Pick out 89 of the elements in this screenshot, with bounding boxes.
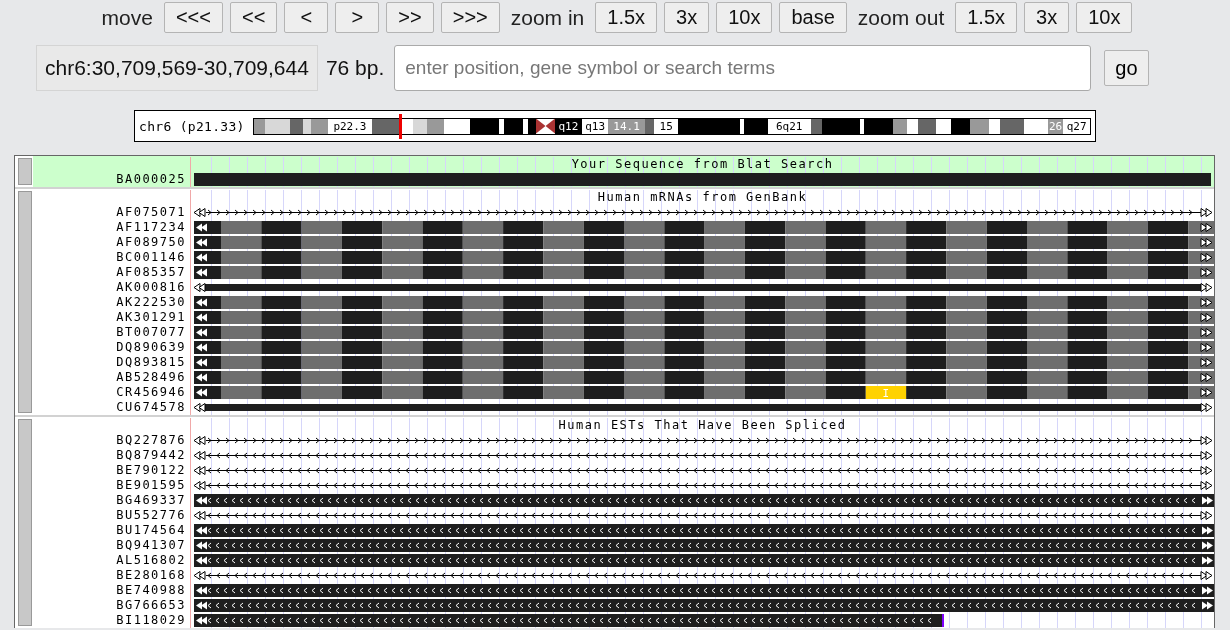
item-label[interactable]: AF117234	[33, 220, 190, 235]
alignment-drawing[interactable]	[193, 208, 1213, 217]
item-label[interactable]: AK000816	[33, 280, 190, 295]
alignment-drawing[interactable]	[194, 494, 1214, 507]
track-toggle-button[interactable]	[18, 419, 32, 626]
zoom-in-label: zoom in	[510, 5, 585, 30]
position-marker	[398, 113, 402, 139]
move-button[interactable]: >>>	[440, 2, 500, 33]
alignment-drawing[interactable]	[194, 614, 944, 627]
item-label[interactable]: BE740988	[33, 583, 190, 598]
item-label[interactable]: AL516802	[33, 553, 190, 568]
track-title: Human ESTs That Have Been Spliced	[558, 418, 847, 433]
item-label[interactable]: BI118029	[33, 613, 190, 628]
item-label[interactable]: BQ879442	[33, 448, 190, 463]
item-label[interactable]: AF085357	[33, 265, 190, 280]
item-label[interactable]: BE280168	[33, 568, 190, 583]
alignment-drawing[interactable]	[194, 386, 1214, 399]
size-text: 76 bp.	[325, 56, 385, 80]
chromosome-band[interactable]	[371, 118, 399, 134]
item-label[interactable]: AF089750	[33, 235, 190, 250]
centromere-band	[545, 118, 556, 134]
chromosome-band[interactable]	[253, 118, 266, 134]
item-label[interactable]: AB528496	[33, 370, 190, 385]
chromosome-band[interactable]	[303, 118, 311, 134]
search-field[interactable]: enter position, gene symbol or search terms	[394, 45, 1092, 91]
item-label[interactable]: AK222530	[33, 295, 190, 310]
alignment-drawing[interactable]	[194, 524, 1214, 537]
item-label[interactable]: BQ227876	[33, 433, 190, 448]
item-label[interactable]: AK301291	[33, 310, 190, 325]
item-label[interactable]: AF075071	[33, 205, 190, 220]
chromosome-band[interactable]	[503, 118, 523, 134]
chromosome-band[interactable]	[427, 118, 445, 134]
move-button[interactable]: <	[284, 2, 329, 33]
item-label[interactable]: BC001146	[33, 250, 190, 265]
alignment-drawing[interactable]	[193, 466, 1213, 475]
item-label[interactable]: DQ893815	[33, 355, 190, 370]
track-toggle-button[interactable]	[18, 191, 32, 413]
zoom-in-button[interactable]: 10x	[716, 2, 773, 33]
track-toggle-button[interactable]	[18, 158, 32, 185]
position-display: chr6:30,709,569-30,709,644	[36, 45, 318, 91]
alignment-drawing[interactable]	[193, 403, 1213, 412]
chromosome-band[interactable]	[950, 118, 970, 134]
alignment-drawing[interactable]	[194, 599, 1214, 612]
item-label[interactable]: DQ890639	[33, 340, 190, 355]
track-title: Your Sequence from Blat Search	[571, 157, 834, 172]
zoom-in-button[interactable]: 3x	[664, 2, 710, 33]
chromosome-band[interactable]	[1000, 118, 1025, 134]
alignment-drawing[interactable]	[193, 511, 1213, 520]
item-label[interactable]: BE790122	[33, 463, 190, 478]
item-label[interactable]: BU552776	[33, 508, 190, 523]
move-button[interactable]: >>	[386, 2, 434, 33]
chromosome-band[interactable]	[822, 118, 861, 134]
move-button[interactable]: <<	[230, 2, 278, 33]
alignment-drawing[interactable]	[194, 584, 1214, 597]
zoom-out-button[interactable]: 1.5x	[955, 2, 1018, 33]
zoom-in-button[interactable]: 1.5x	[595, 2, 658, 33]
move-button[interactable]: >	[335, 2, 380, 33]
item-label[interactable]: BE901595	[33, 478, 190, 493]
chromosome-band[interactable]: q12	[555, 118, 582, 134]
item-label[interactable]: BU174564	[33, 523, 190, 538]
track-title: Human mRNAs from GenBank	[597, 190, 808, 205]
alignment-drawing[interactable]	[194, 554, 1214, 567]
go-button[interactable]: go	[1104, 50, 1149, 86]
alignment-drawing[interactable]	[193, 481, 1213, 490]
chromosome-band[interactable]	[644, 118, 655, 134]
move-button[interactable]: <<<	[163, 2, 223, 33]
item-label[interactable]: BQ941307	[33, 538, 190, 553]
alignment-drawing[interactable]	[193, 451, 1213, 460]
centromere-band	[536, 118, 546, 134]
alignment-drawing[interactable]	[193, 283, 1213, 292]
item-label[interactable]: BA000025	[33, 172, 190, 187]
item-label[interactable]: CU674578	[33, 400, 190, 415]
item-label[interactable]: CR456946	[33, 385, 190, 400]
move-label: move	[101, 5, 153, 30]
zoom-out-button[interactable]: 10x	[1076, 2, 1133, 33]
zoom-in-button[interactable]: base	[779, 2, 847, 33]
chromosome-band[interactable]	[743, 118, 768, 134]
chromosome-band[interactable]	[969, 118, 989, 134]
item-label[interactable]: BG469337	[33, 493, 190, 508]
zoom-out-label: zoom out	[857, 5, 945, 30]
item-label[interactable]: BG766653	[33, 598, 190, 613]
zoom-out-button[interactable]: 3x	[1024, 2, 1070, 33]
alignment-drawing[interactable]	[193, 571, 1213, 580]
chromosome-band[interactable]	[265, 118, 290, 134]
alignment-drawing[interactable]	[193, 436, 1213, 445]
alignment-drawing[interactable]	[194, 539, 1214, 552]
item-label[interactable]: BT007077	[33, 325, 190, 340]
chromosome-band[interactable]	[413, 118, 428, 134]
chromosome-label: chr6 (p21.33)	[139, 118, 245, 134]
